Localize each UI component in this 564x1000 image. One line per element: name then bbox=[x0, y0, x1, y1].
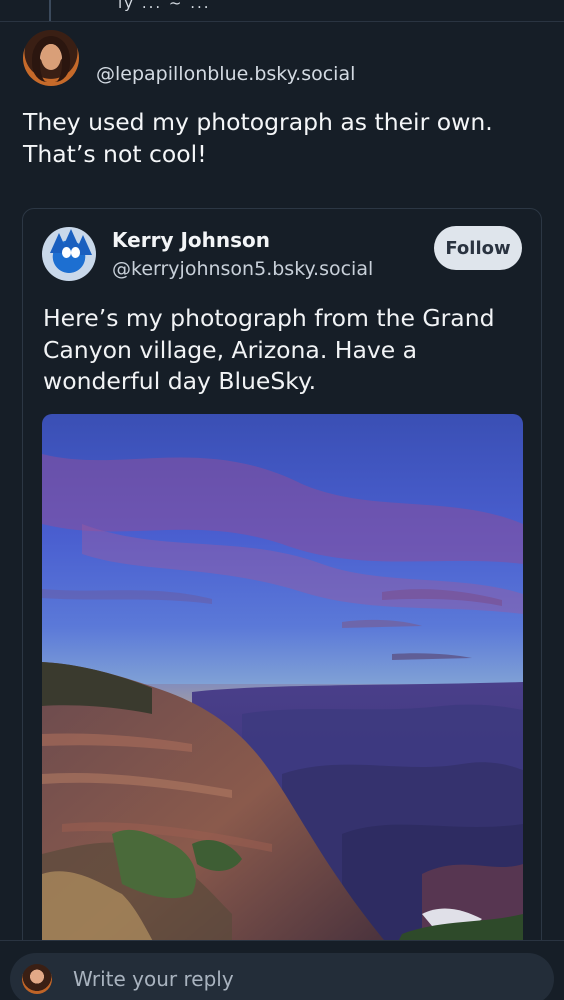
avatar-face bbox=[41, 44, 61, 70]
quoted-post-card[interactable]: Kerry Johnson @kerryjohnson5.bsky.social… bbox=[22, 208, 542, 988]
reply-input[interactable]: Write your reply bbox=[10, 953, 554, 1000]
follow-button[interactable]: Follow bbox=[434, 226, 522, 270]
avatar[interactable] bbox=[23, 30, 79, 86]
author-handle[interactable]: @lepapillonblue.bsky.social bbox=[96, 63, 355, 85]
reply-placeholder: Write your reply bbox=[73, 967, 234, 991]
quoted-author-name[interactable]: Kerry Johnson bbox=[112, 228, 270, 252]
previous-post-author-clipped: ly ... ~ ... bbox=[118, 0, 211, 12]
avatar-eye bbox=[71, 247, 80, 258]
quoted-post-text: Here’s my photograph from the Grand Cany… bbox=[43, 304, 495, 395]
photo-artwork bbox=[42, 414, 523, 974]
quoted-author-avatar[interactable] bbox=[42, 227, 96, 281]
avatar-eye bbox=[62, 247, 71, 258]
previous-post-strip: ly ... ~ ... bbox=[0, 0, 564, 22]
post-text: They used my photograph as their own. Th… bbox=[23, 108, 493, 168]
reply-bar: Write your reply bbox=[0, 940, 564, 1000]
thread-line bbox=[49, 0, 51, 21]
grand-canyon-photo[interactable] bbox=[42, 414, 523, 974]
reply-avatar bbox=[22, 964, 52, 994]
quoted-author-handle[interactable]: @kerryjohnson5.bsky.social bbox=[112, 258, 373, 280]
